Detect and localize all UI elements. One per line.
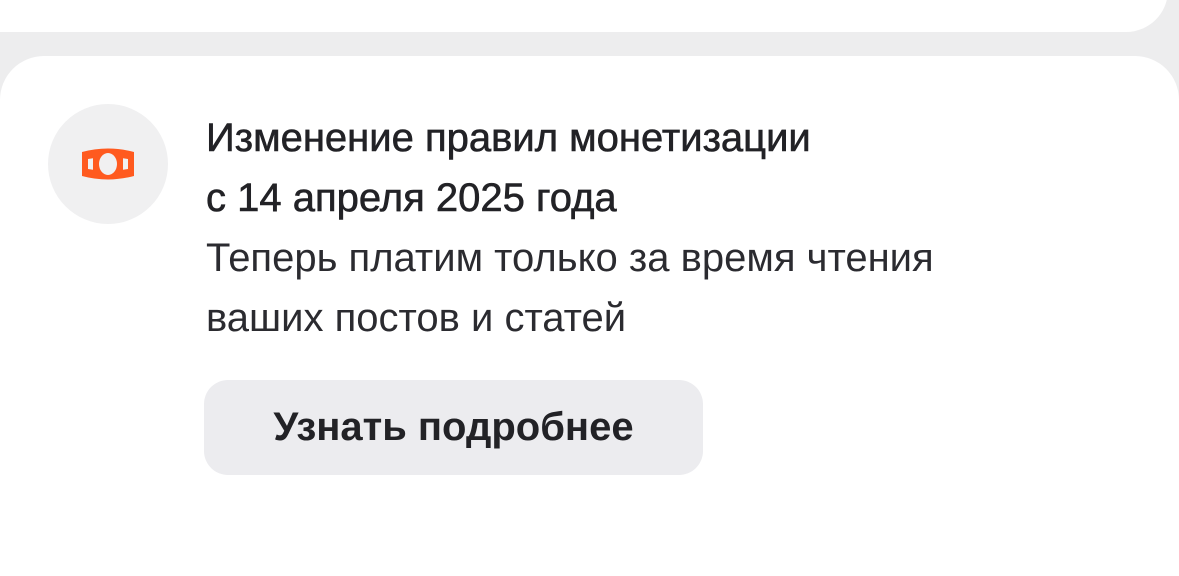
title-line: с 14 апреля 2025 года <box>206 176 617 221</box>
previous-card <box>0 0 1168 32</box>
learn-more-button[interactable]: Узнать подробнее <box>204 380 703 475</box>
title-line: Изменение правил монетизации <box>206 116 811 161</box>
notice-description: Теперь платим только за время чтения ваш… <box>206 228 1146 348</box>
description-line: ваших постов и статей <box>206 296 627 340</box>
notice-title: Изменение правил монетизации с 14 апреля… <box>206 108 1136 228</box>
monetization-notice-card: Изменение правил монетизации с 14 апреля… <box>0 56 1179 576</box>
money-bill-icon <box>82 148 134 180</box>
description-line: Теперь платим только за время чтения <box>206 236 934 280</box>
icon-badge <box>48 104 168 224</box>
